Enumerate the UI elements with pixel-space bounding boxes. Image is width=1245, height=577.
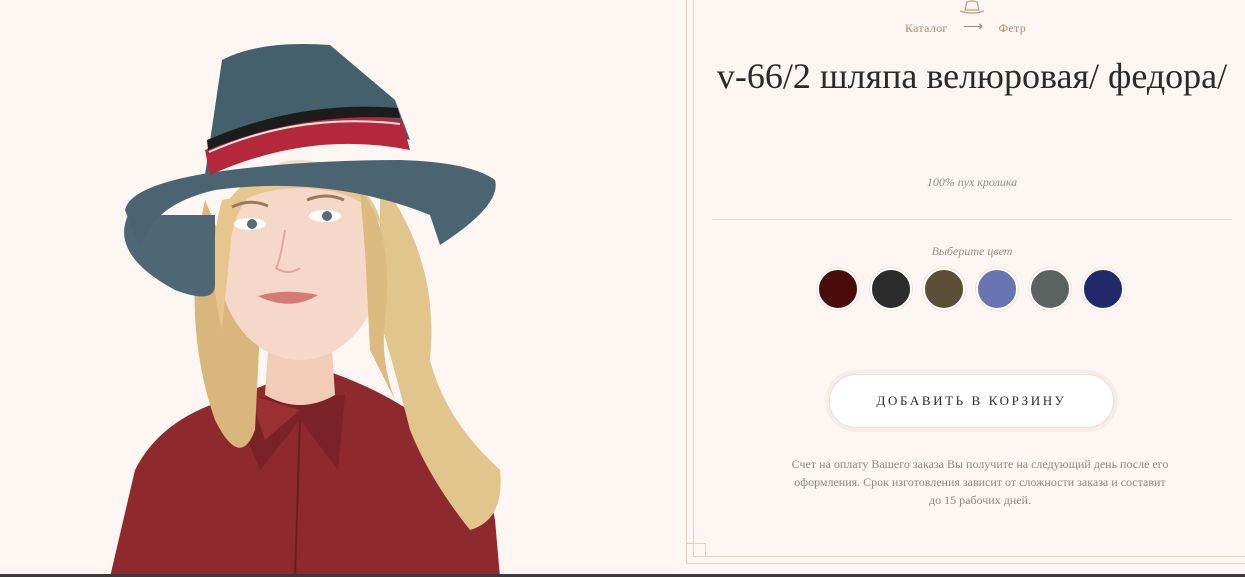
color-swatch-burgundy[interactable] — [817, 268, 859, 310]
breadcrumb: Каталог ⟶ Фетр — [686, 20, 1245, 37]
product-material: 100% пух кролика — [926, 175, 1018, 189]
product-photo — [0, 0, 686, 577]
breadcrumb-arrow-icon: ⟶ — [962, 20, 984, 35]
color-swatch-brown[interactable] — [923, 268, 965, 310]
add-to-cart-button[interactable]: ДОБАВИТЬ В КОРЗИНУ — [829, 374, 1114, 428]
color-select-label: Выберите цвет — [931, 244, 1013, 258]
hat-icon — [959, 0, 985, 14]
model-wearing-hat-image — [110, 44, 501, 577]
breadcrumb-category[interactable]: Фетр — [999, 21, 1026, 36]
color-swatch-navy[interactable] — [1082, 268, 1124, 310]
color-swatch-light-blue[interactable] — [976, 268, 1018, 310]
frame-corner — [686, 543, 706, 557]
order-info-note: Счет на оплату Вашего заказа Вы получите… — [791, 457, 1169, 507]
section-divider — [712, 219, 1232, 220]
product-title: v-66/2 шляпа велюровая/ федора/ — [716, 56, 1228, 96]
color-swatches — [817, 268, 1124, 310]
breadcrumb-catalog[interactable]: Каталог — [905, 21, 948, 36]
color-swatch-grey[interactable] — [1029, 268, 1071, 310]
color-swatch-black[interactable] — [870, 268, 912, 310]
